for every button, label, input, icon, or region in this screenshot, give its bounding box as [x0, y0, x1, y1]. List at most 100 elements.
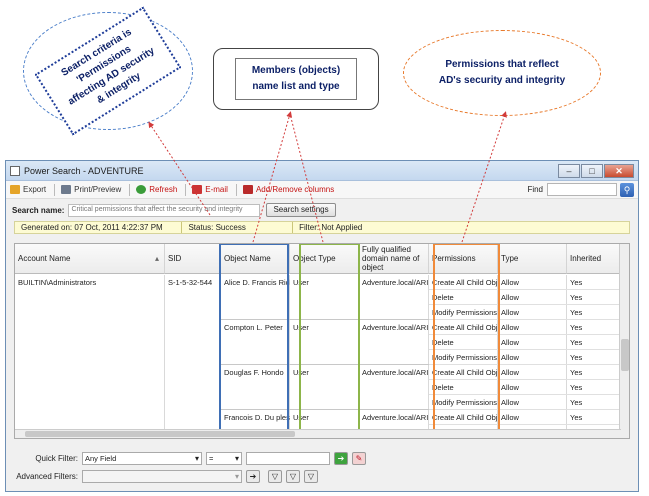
- search-name-label: Search name:: [12, 205, 65, 215]
- group-separator: [221, 319, 429, 320]
- clear-filter-icon[interactable]: ✎: [352, 451, 366, 465]
- permission-type-cell: Allow: [498, 320, 567, 335]
- fqdn-cell: Adventure.local/ARI: [362, 368, 429, 377]
- quick-filter-operator-select[interactable]: =: [206, 451, 242, 465]
- vertical-scrollbar[interactable]: [619, 244, 629, 438]
- columns-icon: [242, 185, 253, 194]
- fqdn-cell: Adventure.local/ARI: [362, 413, 429, 422]
- object-type-cell: User: [293, 323, 309, 332]
- permission-cell: Modify Permissions: [429, 305, 498, 320]
- vertical-scroll-thumb[interactable]: [621, 339, 629, 371]
- permission-type-cell: Allow: [498, 410, 567, 425]
- close-button[interactable]: ✕: [604, 163, 634, 178]
- toolbar-separator: [185, 183, 187, 196]
- column-header[interactable]: Account Name: [15, 244, 165, 274]
- inherited-cell: Yes: [567, 395, 621, 410]
- permission-type-cell: Allow: [498, 395, 567, 410]
- group-separator: [221, 364, 429, 365]
- column-header[interactable]: Fully qualified domain name of object: [359, 244, 429, 274]
- toolbar-separator: [129, 183, 131, 196]
- inherited-cell: Yes: [567, 380, 621, 395]
- permission-type-cell: Allow: [498, 290, 567, 305]
- maximize-button[interactable]: □: [581, 163, 603, 178]
- quick-filter-value-input[interactable]: [246, 451, 330, 465]
- refresh-button[interactable]: Refresh: [136, 185, 177, 194]
- object-name-cell: Alice D. Francis Rich: [224, 278, 290, 287]
- permission-cell: Delete: [429, 290, 498, 305]
- add-remove-columns-button[interactable]: Add/Remove columns: [242, 185, 334, 194]
- horizontal-scrollbar[interactable]: [15, 429, 621, 438]
- inherited-cell: Yes: [567, 410, 621, 425]
- object-name-cell: Francois D. Du plessi: [224, 413, 290, 422]
- column-divider: [289, 275, 290, 431]
- app-icon: [10, 165, 20, 176]
- account-name-cell: BUILTIN\Administrators: [18, 278, 97, 287]
- print-preview-button[interactable]: Print/Preview: [61, 185, 121, 194]
- inherited-cell: Yes: [567, 320, 621, 335]
- export-button[interactable]: Export: [10, 185, 46, 194]
- permission-cell: Modify Permissions: [429, 350, 498, 365]
- callout-members-line2: name list and type: [252, 81, 340, 92]
- fqdn-cell: Adventure.local/ARI: [362, 323, 429, 332]
- email-icon: [192, 185, 203, 194]
- column-header[interactable]: Permissions: [429, 244, 498, 274]
- results-grid: Account Name SID Object Name Object Type Ful…: [14, 243, 630, 439]
- column-header[interactable]: Inherited: [567, 244, 621, 274]
- object-type-cell: User: [293, 413, 309, 422]
- permission-cell: Delete: [429, 335, 498, 350]
- funnel-remove-icon[interactable]: ▽: [304, 469, 318, 483]
- inherited-cell: Yes: [567, 275, 621, 290]
- callout-permissions-text: Permissions that reflect AD's security a…: [438, 59, 566, 86]
- permission-cell: Delete: [429, 380, 498, 395]
- inherited-cell: Yes: [567, 350, 621, 365]
- permission-type-cell: Allow: [498, 365, 567, 380]
- permission-type-cell: Allow: [498, 380, 567, 395]
- email-button[interactable]: E-mail: [192, 185, 228, 194]
- funnel-add-icon[interactable]: ▽: [286, 469, 300, 483]
- status-bar: Generated on: 07 Oct, 2011 4:22:37 PM St…: [14, 221, 630, 234]
- column-header[interactable]: SID: [165, 244, 221, 274]
- column-divider: [164, 275, 165, 431]
- permission-cell: Create All Child Obj: [429, 275, 498, 290]
- search-name-row: Search name: Critical permissions that a…: [6, 199, 638, 221]
- refresh-icon: [136, 185, 147, 194]
- export-icon: [10, 185, 20, 194]
- funnel-icon[interactable]: ▽: [268, 469, 282, 483]
- advanced-filters-label: Advanced Filters:: [16, 471, 78, 481]
- column-header[interactable]: Object Name: [221, 244, 290, 274]
- inherited-cell: Yes: [567, 305, 621, 320]
- permission-type-cell: Allow: [498, 305, 567, 320]
- filter-status-text: Filter: Not Applied: [299, 223, 363, 232]
- column-divider: [220, 275, 221, 431]
- minimize-button[interactable]: –: [558, 163, 580, 178]
- column-header[interactable]: Type: [498, 244, 567, 274]
- permission-type-cell: Allow: [498, 335, 567, 350]
- permission-cell: Modify Permissions: [429, 395, 498, 410]
- find-input[interactable]: [547, 183, 617, 196]
- column-header[interactable]: Object Type: [290, 244, 359, 274]
- inherited-cell: Yes: [567, 290, 621, 305]
- find-label: Find: [527, 185, 543, 194]
- toolbar-separator: [235, 183, 237, 196]
- advanced-filters-select[interactable]: [82, 469, 242, 483]
- status-text: Status: Success: [182, 222, 294, 233]
- callout-members-line1: Members (objects): [251, 65, 341, 76]
- window-title: Power Search - ADVENTURE: [24, 165, 144, 176]
- search-name-field[interactable]: Critical permissions that affect the sec…: [68, 203, 261, 217]
- inherited-cell: Yes: [567, 365, 621, 380]
- advanced-apply-icon[interactable]: ➔: [246, 469, 260, 483]
- callout-members: Members (objects) name list and type: [213, 48, 379, 110]
- generated-on-text: Generated on: 07 Oct, 2011 4:22:37 PM: [15, 222, 183, 233]
- permission-cell: Create All Child Obj: [429, 365, 498, 380]
- apply-filter-icon[interactable]: ➔: [334, 451, 348, 465]
- search-settings-button[interactable]: Search settings: [266, 203, 336, 217]
- fqdn-cell: Adventure.local/ARI: [362, 278, 429, 287]
- permission-cell: Create All Child Obj: [429, 410, 498, 425]
- horizontal-scroll-thumb[interactable]: [25, 431, 295, 437]
- callout-search-criteria-text: Search criteria is 'Permissions affectin…: [34, 6, 182, 136]
- filter-panel: Quick Filter: Any Field = ➔ ✎ Advanced F…: [14, 449, 630, 485]
- find-search-icon[interactable]: ⚲: [620, 182, 634, 197]
- sid-cell: S-1-5-32-544: [168, 278, 213, 287]
- quick-filter-field-select[interactable]: Any Field: [82, 451, 202, 465]
- power-search-window: Power Search - ADVENTURE – □ ✕ Export Pr…: [5, 160, 639, 492]
